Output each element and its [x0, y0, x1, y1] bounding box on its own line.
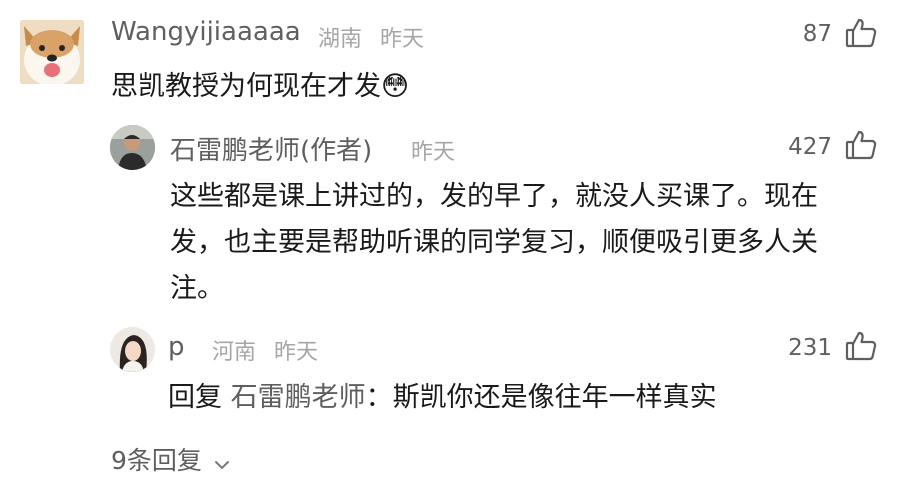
thumbs-up-icon[interactable]: [845, 330, 877, 362]
comment-meta: 湖南 昨天: [318, 21, 424, 53]
avatar-author[interactable]: [110, 125, 155, 170]
comment-author[interactable]: p: [168, 332, 185, 362]
comment-location: 河南: [212, 340, 257, 365]
thumbs-up-icon[interactable]: [845, 17, 877, 49]
comment-text: 思凯教授为何现在才发😳: [111, 64, 409, 110]
comment-location: 湖南: [318, 27, 363, 52]
comment-time: 昨天: [380, 27, 425, 52]
comment-text-content: 思凯教授为何现在才发: [111, 71, 381, 102]
comment-author[interactable]: Wangyijiaaaaa: [111, 17, 301, 47]
comment-text: 回复 石雷鹏老师：斯凯你还是像往年一样真实: [168, 375, 717, 421]
comment-time: 昨天: [274, 340, 319, 365]
avatar-wangyijiaaaaa[interactable]: [20, 20, 84, 84]
more-replies-label: 9条回复: [111, 446, 202, 475]
like-count: 231: [788, 335, 832, 361]
view-more-replies-button[interactable]: 9条回复: [111, 441, 230, 477]
comment-meta: 河南 昨天: [212, 334, 318, 366]
like-count: 427: [788, 134, 832, 160]
thumbs-up-icon[interactable]: [845, 129, 877, 161]
like-count: 87: [802, 21, 832, 47]
comment-author[interactable]: 石雷鹏老师(作者): [170, 130, 372, 167]
flushed-face-emoji: 😳: [381, 71, 410, 102]
reply-prefix: 回复: [168, 382, 231, 413]
comment-meta: 昨天: [411, 134, 455, 166]
reply-target-link[interactable]: 石雷鹏老师: [231, 382, 366, 413]
chevron-down-icon: [214, 448, 230, 477]
avatar-p[interactable]: [110, 327, 155, 372]
reply-separator: ：: [365, 382, 393, 413]
comment-text: 这些都是课上讲过的，发的早了，就没人买课了。现在发，也主要是帮助听课的同学复习，…: [170, 181, 818, 304]
comment-time: 昨天: [411, 140, 456, 165]
comment-text-content: 斯凯你还是像往年一样真实: [392, 382, 717, 413]
